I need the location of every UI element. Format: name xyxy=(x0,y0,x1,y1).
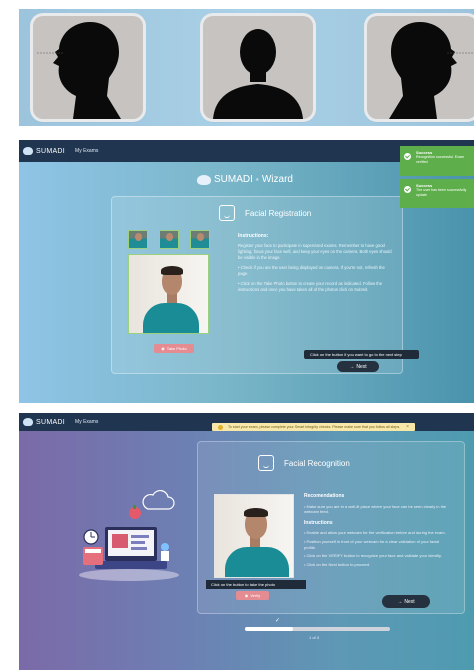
card-title: Facial Registration xyxy=(245,208,312,218)
photo-thumbnail[interactable] xyxy=(128,230,148,249)
cloud-logo-icon xyxy=(23,418,33,426)
instruction-text: • Check if you are the user being displa… xyxy=(238,265,385,276)
photo-thumbnail[interactable] xyxy=(159,230,179,249)
brand-name: SUMADI xyxy=(36,418,66,426)
step-counter: 1 of 3 xyxy=(309,635,320,640)
brand-logo[interactable]: SUMADI xyxy=(23,147,65,155)
instructions-title: Instructions xyxy=(304,519,333,526)
card-title: Facial Recognition xyxy=(284,458,350,468)
recommendations-block: Recomendations • Make sure you are in a … xyxy=(304,493,452,570)
success-toast[interactable]: Success Recognition successful. Exam ver… xyxy=(400,146,474,176)
arrow-right-icon: → xyxy=(397,598,403,605)
instruction-step: • Click on the Next button to proceed. xyxy=(304,561,371,567)
wizard-progress-bar xyxy=(245,627,390,631)
cloud-logo-icon xyxy=(197,174,211,185)
face-scan-icon xyxy=(219,205,235,221)
instruction-step: • Enable and allow your webcam for the v… xyxy=(304,530,446,536)
brand-logo[interactable]: SUMADI xyxy=(23,418,65,426)
next-button[interactable]: → Next xyxy=(337,361,379,372)
camera-icon: ◉ xyxy=(244,593,249,598)
check-circle-icon xyxy=(404,186,411,193)
card-header: Facial Registration xyxy=(219,205,311,221)
warning-icon xyxy=(218,424,223,430)
recognition-card: Facial Recognition Click on the button t… xyxy=(197,441,465,614)
close-icon[interactable]: × xyxy=(406,424,409,430)
silhouette-guide-panel xyxy=(19,9,474,126)
profile-left-card xyxy=(33,16,143,119)
nav-my-exams[interactable]: My Exams xyxy=(75,419,98,425)
instruction-step: • Click on the VERIFY button to recogniz… xyxy=(304,553,442,559)
success-toast[interactable]: Success The user has been successfully u… xyxy=(400,179,474,208)
page: SUMADI My Exams SUMADI ® Wizard Facial R… xyxy=(0,0,474,670)
instructions-block: Instructions: Register your face to part… xyxy=(238,233,393,297)
toast-message: Recognition successful. Exam verified xyxy=(416,155,464,164)
profile-right-icon xyxy=(389,22,473,119)
profile-right-card xyxy=(367,16,474,119)
nav-my-exams[interactable]: My Exams xyxy=(75,148,98,154)
instruction-text: Register your face to participate in sup… xyxy=(238,243,392,260)
check-circle-icon xyxy=(404,153,411,160)
verify-button[interactable]: ◉ Verify xyxy=(236,591,269,600)
take-photo-button[interactable]: ◉ Take Photo xyxy=(154,344,194,353)
profile-left-icon xyxy=(37,22,121,119)
next-button[interactable]: → Next xyxy=(382,595,430,608)
brand-name: SUMADI xyxy=(36,147,66,155)
webcam-preview xyxy=(214,494,294,578)
cloud-logo-icon xyxy=(23,147,33,155)
facial-recognition-screen: SUMADI My Exams To start your exam, plea… xyxy=(19,413,474,670)
recommendation-text: • Make sure you are in a well-lit place … xyxy=(304,503,447,515)
facial-registration-screen: SUMADI My Exams SUMADI ® Wizard Facial R… xyxy=(19,140,474,403)
wizard-word: Wizard xyxy=(261,174,293,185)
toast-message: The user has been successfully update xyxy=(416,188,467,197)
step-complete-icon: ✓ xyxy=(275,618,281,624)
card-header: Facial Recognition xyxy=(258,455,350,471)
arrow-right-icon: → xyxy=(349,363,355,370)
face-scan-icon xyxy=(258,455,274,471)
wizard-brand: SUMADI xyxy=(214,174,253,185)
camera-icon: ◉ xyxy=(161,346,165,351)
photo-thumbnails xyxy=(128,230,210,249)
progress-fill xyxy=(245,627,293,631)
instructions-title: Instructions: xyxy=(238,233,269,239)
webcam-preview xyxy=(128,254,209,334)
photo-thumbnail[interactable] xyxy=(190,230,210,249)
integrity-warning-banner: To start your exam, please complete your… xyxy=(212,423,415,431)
take-photo-tooltip: Click on the button to take the photo xyxy=(206,580,306,589)
exam-illustration xyxy=(79,489,179,581)
banner-text: To start your exam, please complete your… xyxy=(228,425,401,429)
wizard-title: SUMADI ® Wizard xyxy=(197,174,293,185)
recommendations-title: Recomendations xyxy=(304,493,345,499)
frontal-face-icon xyxy=(213,29,303,119)
frontal-face-card xyxy=(203,16,313,119)
next-step-tooltip: Click on the button if you want to go to… xyxy=(304,350,419,359)
instruction-text: • Click on the Take Photo button to crea… xyxy=(238,281,383,292)
instruction-step: • Position yourself in front of your web… xyxy=(304,538,440,550)
registration-card: Facial Registration ◉ Take Photo Instruc… xyxy=(111,196,403,374)
